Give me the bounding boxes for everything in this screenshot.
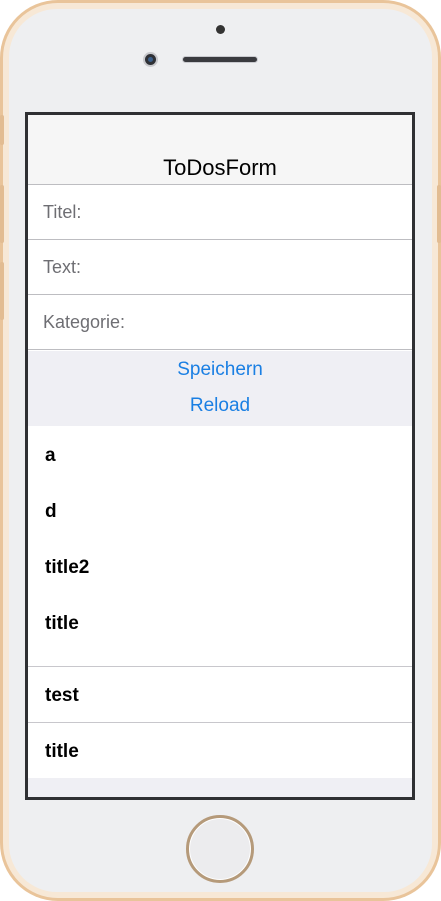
list-item-title: title (45, 613, 79, 634)
front-camera-icon (143, 52, 158, 67)
list-item[interactable]: d (28, 482, 412, 538)
proximity-sensor (216, 25, 225, 34)
list-item-title: d (45, 501, 57, 522)
list-item[interactable]: title (28, 594, 412, 650)
title-field-label: Titel: (43, 202, 82, 222)
page-title: ToDosForm (163, 155, 277, 180)
category-field-row[interactable]: Kategorie: (28, 295, 412, 350)
list-item-title: a (45, 445, 56, 466)
app-screen: ToDosForm Titel: Text: Kategorie: Speich… (25, 112, 415, 800)
list-item-title: title (45, 741, 79, 762)
volume-up-button (0, 185, 4, 243)
list-item[interactable]: test (28, 666, 412, 722)
navigation-bar: ToDosForm (28, 115, 412, 185)
todo-list: a d title2 title test title (28, 426, 412, 778)
list-footer (28, 778, 412, 797)
earpiece-speaker (182, 56, 258, 63)
list-item-title: test (45, 685, 79, 706)
text-field-label: Text: (43, 257, 82, 277)
category-field[interactable] (148, 305, 402, 339)
text-field[interactable] (148, 250, 402, 284)
power-button (437, 185, 441, 243)
save-button[interactable]: Speichern (28, 359, 412, 381)
reload-button[interactable]: Reload (28, 395, 412, 417)
volume-down-button (0, 262, 4, 320)
list-item[interactable]: a (28, 426, 412, 482)
list-item-title: title2 (45, 557, 90, 578)
list-item[interactable]: title2 (28, 538, 412, 594)
mute-switch (0, 115, 4, 145)
text-field-row[interactable]: Text: (28, 240, 412, 295)
title-field[interactable] (148, 195, 402, 229)
category-field-label: Kategorie: (43, 312, 126, 332)
list-item[interactable]: title (28, 722, 412, 778)
home-button[interactable] (186, 815, 254, 883)
title-field-row[interactable]: Titel: (28, 185, 412, 240)
action-section: Speichern Reload (28, 351, 412, 426)
phone-frame: ToDosForm Titel: Text: Kategorie: Speich… (0, 0, 441, 901)
